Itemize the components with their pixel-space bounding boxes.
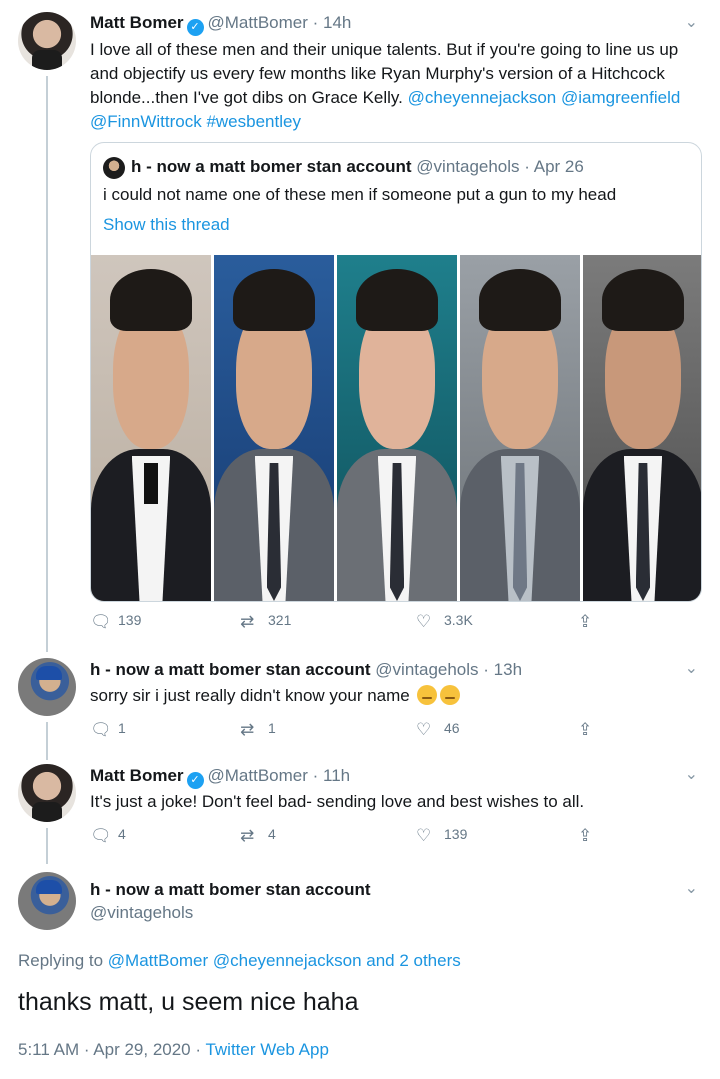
like-count: 139 — [444, 826, 468, 842]
chevron-down-icon[interactable]: ⌄ — [685, 12, 698, 32]
photo-grid[interactable] — [91, 255, 701, 601]
tweet-header: Matt Bomer ✓ @MattBomer · 14h — [90, 13, 351, 36]
tweet-header: Matt Bomer ✓ @MattBomer · 11h — [90, 766, 350, 789]
like-button[interactable]: ♡ 139 — [416, 826, 467, 846]
author-handle[interactable]: @MattBomer — [208, 13, 308, 32]
chevron-down-icon[interactable]: ⌄ — [685, 658, 698, 678]
tweet-text: I love all of these men and their unique… — [90, 38, 690, 134]
photo[interactable] — [337, 255, 457, 601]
thread-line — [46, 722, 48, 760]
author-handle[interactable]: @MattBomer — [208, 766, 308, 785]
share-button[interactable]: ⇪ — [578, 720, 600, 740]
replying-to: Replying to @MattBomer @cheyennejackson … — [18, 951, 461, 971]
reply-button[interactable]: 🗨 139 — [90, 612, 141, 632]
share-button[interactable]: ⇪ — [578, 826, 600, 846]
like-count: 3.3K — [444, 612, 473, 628]
author-handle: @vintagehols — [416, 157, 520, 176]
share-button[interactable]: ⇪ — [578, 612, 600, 632]
author-handle[interactable]: @vintagehols — [375, 660, 478, 679]
retweet-icon: ⇄ — [240, 720, 255, 739]
timestamp[interactable]: 5:11 AM · Apr 29, 2020 · — [18, 1040, 205, 1059]
avatar — [103, 157, 125, 179]
tweet-time: · Apr 26 — [524, 157, 584, 176]
reply-icon: 🗨 — [90, 720, 112, 739]
quoted-tweet[interactable]: h - now a matt bomer stan account @vinta… — [90, 142, 702, 602]
photo[interactable] — [583, 255, 701, 601]
reply-button[interactable]: 🗨 1 — [90, 720, 126, 740]
client-link[interactable]: Twitter Web App — [205, 1040, 328, 1059]
reply-count: 4 — [118, 826, 126, 842]
main-tweet-text: thanks matt, u seem nice haha — [18, 988, 359, 1016]
replying-to-links[interactable]: @MattBomer @cheyennejackson and 2 others — [108, 951, 461, 970]
share-icon: ⇪ — [578, 826, 593, 845]
tweet-text-body: sorry sir i just really didn't know your… — [90, 686, 410, 705]
avatar[interactable] — [18, 764, 76, 822]
author-name[interactable]: h - now a matt bomer stan account — [90, 660, 371, 679]
photo[interactable] — [214, 255, 334, 601]
photo[interactable] — [460, 255, 580, 601]
author-name: h - now a matt bomer stan account — [131, 157, 412, 176]
tweet-time[interactable]: · 14h — [313, 13, 352, 32]
emoji-icon — [417, 685, 438, 705]
tweet-actions: 🗨 139 ⇄ 321 ♡ 3.3K ⇪ — [90, 612, 610, 634]
author-name[interactable]: Matt Bomer — [90, 13, 184, 32]
tweet-header: h - now a matt bomer stan account @vinta… — [90, 660, 522, 680]
retweet-count: 321 — [268, 612, 292, 628]
like-count: 46 — [444, 720, 460, 736]
tweet-actions: 🗨 4 ⇄ 4 ♡ 139 ⇪ — [90, 826, 610, 848]
mention-link[interactable]: @FinnWittrock — [90, 112, 202, 131]
reply-count: 1 — [118, 720, 126, 736]
tweet-actions: 🗨 1 ⇄ 1 ♡ 46 ⇪ — [90, 720, 610, 742]
retweet-button[interactable]: ⇄ 321 — [240, 612, 291, 632]
share-icon: ⇪ — [578, 612, 593, 631]
avatar[interactable] — [18, 658, 76, 716]
verified-badge-icon: ✓ — [186, 19, 204, 36]
mention-link[interactable]: @cheyennejackson — [408, 88, 557, 107]
quoted-tweet-header: h - now a matt bomer stan account @vinta… — [131, 157, 584, 177]
tweet-text: It's just a joke! Don't feel bad- sendin… — [90, 792, 585, 811]
thread-line — [46, 828, 48, 864]
photo[interactable] — [91, 255, 211, 601]
tweet-time[interactable]: · 13h — [483, 660, 522, 679]
mention-link[interactable]: @iamgreenfield — [561, 88, 680, 107]
show-thread-link[interactable]: Show this thread — [103, 215, 230, 235]
author-name[interactable]: Matt Bomer — [90, 766, 184, 785]
verified-badge-icon: ✓ — [186, 772, 204, 789]
quoted-tweet-text: i could not name one of these men if som… — [103, 185, 617, 204]
thread-line — [46, 76, 48, 652]
chevron-down-icon[interactable]: ⌄ — [685, 878, 698, 898]
retweet-count: 4 — [268, 826, 276, 842]
avatar[interactable] — [18, 872, 76, 930]
retweet-icon: ⇄ — [240, 826, 255, 845]
tweet-meta: 5:11 AM · Apr 29, 2020 · Twitter Web App — [18, 1040, 329, 1060]
heart-icon: ♡ — [416, 720, 432, 739]
retweet-count: 1 — [268, 720, 276, 736]
chevron-down-icon[interactable]: ⌄ — [685, 764, 698, 784]
like-button[interactable]: ♡ 3.3K — [416, 612, 473, 632]
retweet-button[interactable]: ⇄ 4 — [240, 826, 276, 846]
share-icon: ⇪ — [578, 720, 593, 739]
avatar[interactable] — [18, 12, 76, 70]
reply-count: 139 — [118, 612, 142, 628]
reply-icon: 🗨 — [90, 826, 112, 845]
retweet-button[interactable]: ⇄ 1 — [240, 720, 276, 740]
tweet-time[interactable]: · 11h — [313, 766, 351, 785]
author-handle[interactable]: @vintagehols — [90, 903, 193, 923]
emoji-icon — [440, 685, 461, 705]
retweet-icon: ⇄ — [240, 612, 255, 631]
author-name[interactable]: h - now a matt bomer stan account — [90, 880, 371, 900]
heart-icon: ♡ — [416, 612, 432, 631]
reply-icon: 🗨 — [90, 612, 112, 631]
hashtag-link[interactable]: #wesbentley — [206, 112, 301, 131]
heart-icon: ♡ — [416, 826, 432, 845]
reply-button[interactable]: 🗨 4 — [90, 826, 126, 846]
like-button[interactable]: ♡ 46 — [416, 720, 460, 740]
tweet-text: sorry sir i just really didn't know your… — [90, 684, 690, 708]
replying-label: Replying to — [18, 951, 108, 970]
